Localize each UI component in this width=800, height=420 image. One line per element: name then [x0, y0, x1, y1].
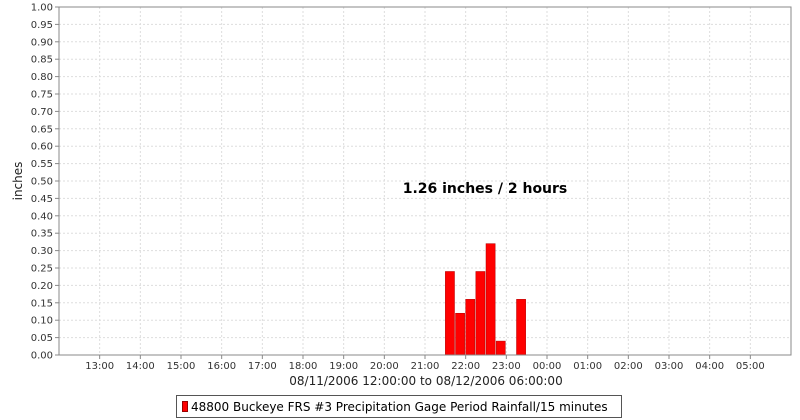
y-tick-label: 0.05: [31, 333, 53, 344]
x-tick-label: 17:00: [248, 361, 277, 372]
x-tick-label: 15:00: [167, 361, 196, 372]
y-tick-label: 0.80: [31, 72, 53, 83]
legend: 48800 Buckeye FRS #3 Precipitation Gage …: [176, 395, 622, 418]
y-tick-label: 0.90: [31, 37, 53, 48]
rainfall-chart: 0.00 0.05 0.10 0.15 0.20 0.25 0.30 0.35 0.40 0.45…: [11, 3, 792, 388]
x-tick-label: 19:00: [329, 361, 358, 372]
legend-label: 48800 Buckeye FRS #3 Precipitation Gage …: [191, 399, 608, 414]
bar-series: [445, 243, 526, 356]
y-tick-label: 0.15: [31, 298, 53, 309]
x-tick-label: 22:00: [451, 361, 480, 372]
y-tick-label: 0.00: [31, 351, 53, 362]
x-tick-label: 20:00: [370, 361, 399, 372]
x-tick-label: 00:00: [533, 361, 562, 372]
rainfall-bar: [465, 299, 476, 356]
rainfall-bar: [495, 340, 506, 356]
x-tick-label: 18:00: [289, 361, 318, 372]
rainfall-bar: [516, 299, 526, 356]
y-tick-label: 0.20: [31, 281, 53, 292]
y-tick-label: 0.60: [31, 142, 53, 153]
x-tick-label: 02:00: [614, 361, 643, 372]
x-tick-label: 14:00: [126, 361, 155, 372]
x-tick-label: 21:00: [411, 361, 440, 372]
x-axis-title: 08/11/2006 12:00:00 to 08/12/2006 06:00:…: [289, 374, 562, 388]
y-tick-label: 0.75: [31, 90, 53, 101]
rainfall-bar: [475, 271, 486, 356]
rainfall-bar: [455, 312, 465, 356]
rainfall-total-annotation: 1.26 inches / 2 hours: [403, 181, 568, 197]
rainfall-bar: [485, 243, 496, 356]
x-tick-label: 04:00: [695, 361, 724, 372]
y-tick-label: 0.65: [31, 124, 53, 135]
x-tick-label: 13:00: [85, 361, 114, 372]
y-tick-label: 0.45: [31, 194, 53, 205]
y-axis-ticks: 0.00 0.05 0.10 0.15 0.20 0.25 0.30 0.35 0.40 0.45…: [31, 3, 59, 362]
x-tick-label: 23:00: [492, 361, 521, 372]
y-axis-title: inches: [11, 162, 25, 201]
rainfall-bar: [445, 271, 455, 356]
y-tick-label: 0.30: [31, 246, 53, 257]
y-tick-label: 0.70: [31, 107, 53, 118]
x-tick-label: 03:00: [655, 361, 684, 372]
y-tick-label: 0.55: [31, 159, 53, 170]
y-tick-label: 0.25: [31, 264, 53, 275]
x-axis-ticks: 13:00 14:00 15:00 16:00 17:00 18:00 19:00 20:00…: [85, 355, 765, 372]
x-tick-label: 05:00: [736, 361, 765, 372]
legend-swatch: [182, 401, 188, 412]
y-tick-label: 0.40: [31, 211, 53, 222]
y-tick-label: 0.85: [31, 55, 53, 66]
x-tick-label: 01:00: [573, 361, 602, 372]
y-tick-label: 0.35: [31, 229, 53, 240]
y-tick-label: 1.00: [31, 3, 53, 14]
y-tick-label: 0.10: [31, 316, 53, 327]
y-tick-label: 0.50: [31, 177, 53, 188]
y-tick-label: 0.95: [31, 20, 53, 31]
x-tick-label: 16:00: [207, 361, 236, 372]
